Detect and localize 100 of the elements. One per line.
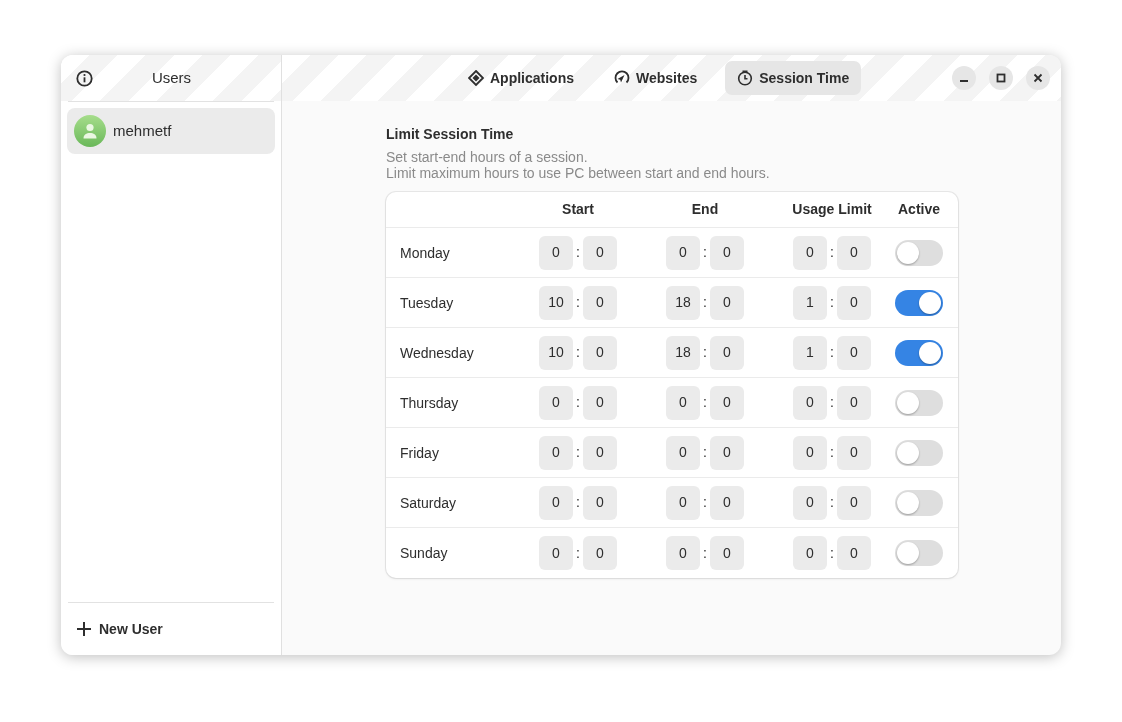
hours-field[interactable]: 0 bbox=[793, 485, 827, 520]
separator: : bbox=[576, 443, 580, 462]
day-label: Thursday bbox=[400, 394, 459, 411]
minutes-field[interactable]: 0 bbox=[583, 235, 617, 270]
plus-icon bbox=[77, 622, 91, 636]
hours-field[interactable]: 10 bbox=[539, 335, 573, 370]
minutes-field[interactable]: 0 bbox=[710, 536, 744, 570]
minutes-field[interactable]: 0 bbox=[710, 385, 744, 420]
sidebar-title: Users bbox=[150, 67, 193, 88]
avatar-icon bbox=[74, 115, 106, 147]
toggle-switch[interactable] bbox=[895, 540, 943, 566]
hours-field[interactable]: 0 bbox=[793, 435, 827, 470]
separator: : bbox=[703, 293, 707, 312]
separator: : bbox=[576, 543, 580, 563]
separator: : bbox=[830, 543, 834, 563]
separator: : bbox=[703, 543, 707, 563]
minutes-field[interactable]: 0 bbox=[710, 435, 744, 470]
minimize-button[interactable] bbox=[952, 66, 976, 90]
separator: : bbox=[703, 243, 707, 262]
description-text: Set start-end hours of a session. bbox=[386, 149, 589, 165]
minutes-field[interactable]: 0 bbox=[583, 285, 617, 320]
hours-field[interactable]: 0 bbox=[666, 235, 700, 270]
description-text: Limit maximum hours to use PC between start and end hours. bbox=[386, 165, 771, 181]
hours-field[interactable]: 0 bbox=[666, 485, 700, 520]
column-header: Active bbox=[898, 200, 940, 219]
minutes-field[interactable]: 0 bbox=[583, 485, 617, 520]
toggle-switch[interactable] bbox=[895, 489, 943, 516]
toggle-switch[interactable] bbox=[895, 239, 943, 266]
column-header: Start bbox=[562, 200, 594, 219]
toggle-switch[interactable] bbox=[895, 439, 943, 466]
separator: : bbox=[576, 393, 580, 412]
close-button[interactable] bbox=[1026, 66, 1050, 90]
user-item[interactable]: mehmetf bbox=[67, 108, 275, 154]
separator: : bbox=[703, 443, 707, 462]
minutes-field[interactable]: 0 bbox=[837, 536, 871, 570]
hours-field[interactable]: 0 bbox=[666, 536, 700, 570]
minutes-field[interactable]: 0 bbox=[837, 235, 871, 270]
minimize-icon bbox=[960, 80, 968, 82]
day-label: Friday bbox=[400, 444, 439, 461]
minutes-field[interactable]: 0 bbox=[583, 435, 617, 470]
diamond-icon bbox=[468, 70, 484, 86]
hours-field[interactable]: 1 bbox=[793, 335, 827, 370]
minutes-field[interactable]: 0 bbox=[710, 285, 744, 320]
separator: : bbox=[830, 443, 834, 462]
separator: : bbox=[830, 243, 834, 262]
day-label: Wednesday bbox=[400, 344, 474, 361]
minutes-field[interactable]: 0 bbox=[837, 435, 871, 470]
day-label: Monday bbox=[400, 244, 450, 261]
day-label: Tuesday bbox=[400, 294, 454, 311]
hours-field[interactable]: 0 bbox=[539, 435, 573, 470]
clock-icon bbox=[737, 70, 754, 86]
day-label: Sunday bbox=[400, 545, 448, 561]
hours-field[interactable]: 0 bbox=[793, 235, 827, 270]
hours-field[interactable]: 0 bbox=[793, 536, 827, 570]
minutes-field[interactable]: 0 bbox=[583, 536, 617, 570]
hours-field[interactable]: 10 bbox=[539, 285, 573, 320]
separator: : bbox=[703, 343, 707, 362]
separator: : bbox=[830, 293, 834, 312]
tab[interactable]: Websites bbox=[602, 61, 710, 95]
hours-field[interactable]: 18 bbox=[666, 335, 700, 370]
separator: : bbox=[830, 393, 834, 412]
hours-field[interactable]: 0 bbox=[666, 435, 700, 470]
toggle-switch[interactable] bbox=[895, 339, 943, 366]
hours-field[interactable]: 0 bbox=[539, 385, 573, 420]
separator: : bbox=[830, 343, 834, 362]
hours-field[interactable]: 1 bbox=[793, 285, 827, 320]
minutes-field[interactable]: 0 bbox=[583, 335, 617, 370]
compass-icon bbox=[614, 70, 630, 86]
tab[interactable]: Session Time bbox=[725, 61, 862, 95]
separator: : bbox=[830, 493, 834, 512]
info-icon[interactable] bbox=[76, 69, 93, 87]
hours-field[interactable]: 0 bbox=[666, 385, 700, 420]
section-title: Limit Session Time bbox=[386, 125, 515, 143]
new-user-button[interactable]: New User bbox=[77, 618, 163, 640]
hours-field[interactable]: 18 bbox=[666, 285, 700, 320]
minutes-field[interactable]: 0 bbox=[583, 385, 617, 420]
minutes-field[interactable]: 0 bbox=[710, 485, 744, 520]
day-label: Saturday bbox=[400, 494, 457, 511]
toggle-switch[interactable] bbox=[895, 389, 943, 416]
tab[interactable]: Applications bbox=[456, 61, 586, 95]
column-header: Usage Limit bbox=[792, 200, 872, 219]
maximize-button[interactable] bbox=[989, 66, 1013, 90]
hours-field[interactable]: 0 bbox=[539, 536, 573, 570]
minutes-field[interactable]: 0 bbox=[837, 285, 871, 320]
minutes-field[interactable]: 0 bbox=[710, 335, 744, 370]
close-icon bbox=[1033, 73, 1043, 83]
minutes-field[interactable]: 0 bbox=[710, 235, 744, 270]
separator: : bbox=[576, 293, 580, 312]
toggle-switch[interactable] bbox=[895, 289, 943, 316]
maximize-icon bbox=[996, 73, 1006, 83]
column-header: End bbox=[691, 200, 719, 219]
minutes-field[interactable]: 0 bbox=[837, 485, 871, 520]
separator: : bbox=[576, 493, 580, 512]
minutes-field[interactable]: 0 bbox=[837, 335, 871, 370]
hours-field[interactable]: 0 bbox=[793, 385, 827, 420]
separator: : bbox=[703, 493, 707, 512]
hours-field[interactable]: 0 bbox=[539, 485, 573, 520]
hours-field[interactable]: 0 bbox=[539, 235, 573, 270]
minutes-field[interactable]: 0 bbox=[837, 385, 871, 420]
separator: : bbox=[703, 393, 707, 412]
